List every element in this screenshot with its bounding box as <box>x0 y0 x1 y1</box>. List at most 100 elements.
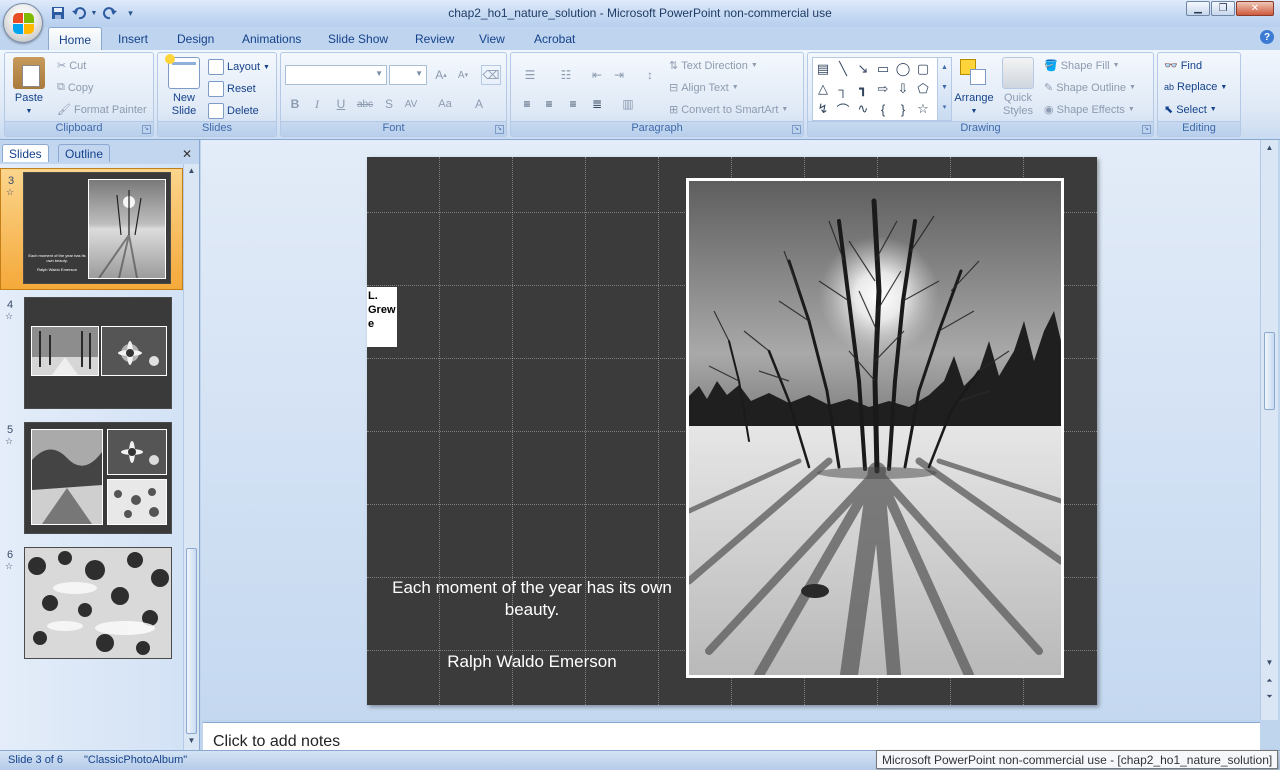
previous-slide-icon[interactable]: ⏶ <box>1264 676 1275 687</box>
align-center-icon[interactable]: ≡ <box>539 94 559 114</box>
editor-scroll-thumb[interactable] <box>1264 332 1275 410</box>
layout-button[interactable]: Layout ▼ <box>208 59 270 75</box>
clear-formatting-icon[interactable]: ⌫ <box>481 65 501 85</box>
align-text-button[interactable]: ⊟ Align Text ▼ <box>669 81 739 95</box>
close-icon[interactable]: ✕ <box>182 147 192 161</box>
find-button[interactable]: 👓 Find <box>1164 59 1202 73</box>
align-right-icon[interactable]: ≡ <box>563 94 583 114</box>
close-icon[interactable]: ✕ <box>1236 1 1274 16</box>
scroll-down-icon[interactable]: ▼ <box>1264 658 1275 669</box>
tab-home[interactable]: Home <box>48 27 103 50</box>
notes-pane[interactable]: Click to add notes <box>203 722 1260 750</box>
font-color-icon[interactable]: A <box>469 94 489 114</box>
rectangle-icon[interactable]: ▭ <box>874 60 892 78</box>
star-icon[interactable]: ☆ <box>914 100 932 118</box>
format-painter-button[interactable]: 🖌 Format Painter <box>57 103 147 117</box>
line-icon[interactable]: ╲ <box>834 60 852 78</box>
scroll-up-icon[interactable]: ▲ <box>186 166 197 177</box>
editor-scrollbar[interactable]: ▲ ▼ ⏶ ⏷ <box>1260 140 1278 720</box>
text-box-icon[interactable]: ▤ <box>814 60 832 78</box>
tab-slides[interactable]: Slides <box>2 144 49 162</box>
tab-outline[interactable]: Outline <box>58 144 111 162</box>
select-button[interactable]: ⬉ Select ▼ <box>1164 103 1217 117</box>
slide-thumbnail-5[interactable]: 5 ☆ <box>0 418 183 540</box>
slide-thumbnail-3[interactable]: 3 ☆ Each moment of the year has its own … <box>0 168 183 290</box>
new-slide-button[interactable]: New Slide <box>162 54 206 118</box>
restore-icon[interactable]: ❐ <box>1211 1 1235 16</box>
minimize-icon[interactable]: ▁ <box>1186 1 1210 16</box>
reset-button[interactable]: Reset <box>208 81 256 97</box>
slide-thumbnail-6[interactable]: 6 ☆ <box>0 543 183 665</box>
elbow-arrow-icon[interactable]: ┓ <box>854 80 872 98</box>
convert-smartart-button[interactable]: ⊞ Convert to SmartArt ▼ <box>669 103 788 117</box>
tab-animations[interactable]: Animations <box>232 27 311 50</box>
shrink-font-icon[interactable]: A ▾ <box>453 65 473 85</box>
scroll-up-icon[interactable]: ▲ <box>1264 143 1275 154</box>
shape-effects-button[interactable]: ◉ Shape Effects ▼ <box>1044 103 1135 117</box>
rounded-rectangle-icon[interactable]: ▢ <box>914 60 932 78</box>
paste-button[interactable]: Paste ▼ <box>11 57 47 118</box>
shapes-gallery[interactable]: ▤ ╲ ↘ ▭ ◯ ▢ △ ┐ ┓ ⇨ ⇩ ⬠ ↯ ⌒ ∿ { } ☆ ▲ ▼ ▾ <box>812 57 952 121</box>
gallery-scroll[interactable]: ▲ ▼ ▾ <box>937 58 951 120</box>
slide-thumbnail-4[interactable]: 4 ☆ <box>0 293 183 415</box>
next-slide-icon[interactable]: ⏷ <box>1264 692 1275 703</box>
triangle-icon[interactable]: △ <box>814 80 832 98</box>
tab-view[interactable]: View <box>469 27 515 50</box>
tab-slide-show[interactable]: Slide Show <box>318 27 398 50</box>
font-launcher-icon[interactable]: ↘ <box>495 125 504 134</box>
bold-icon[interactable]: B <box>285 94 305 114</box>
quote-author-text[interactable]: Ralph Waldo Emerson <box>387 652 677 672</box>
curved-arrow-icon[interactable]: ↯ <box>814 100 832 118</box>
strikethrough-icon[interactable]: abc <box>355 94 375 114</box>
quote-text[interactable]: Each moment of the year has its own beau… <box>387 577 677 621</box>
notes-placeholder[interactable]: Click to add notes <box>213 733 340 751</box>
current-slide[interactable]: L. Grewe Each moment of the year has its… <box>367 157 1097 705</box>
underline-icon[interactable]: U <box>331 94 351 114</box>
copy-button[interactable]: ⧉ Copy <box>57 81 94 94</box>
decrease-indent-icon[interactable]: ⇤ <box>587 65 607 85</box>
italic-icon[interactable]: I <box>307 94 327 114</box>
arrange-button[interactable]: Arrange ▼ <box>954 57 994 118</box>
shape-outline-button[interactable]: ✎ Shape Outline ▼ <box>1044 81 1136 95</box>
line-spacing-icon[interactable]: ↕ <box>637 65 663 85</box>
grow-font-icon[interactable]: A ▴ <box>431 65 451 85</box>
quick-styles-button[interactable]: Quick Styles <box>996 57 1040 118</box>
font-size-combo[interactable]: ▼ <box>389 65 427 85</box>
justify-icon[interactable]: ≣ <box>587 94 607 114</box>
arc-icon[interactable]: ⌒ <box>834 100 852 118</box>
increase-indent-icon[interactable]: ⇥ <box>609 65 629 85</box>
left-brace-icon[interactable]: { <box>874 100 892 118</box>
right-brace-icon[interactable]: } <box>894 100 912 118</box>
freeform-icon[interactable]: ⬠ <box>914 80 932 98</box>
change-case-icon[interactable]: Aa <box>435 94 455 114</box>
delete-button[interactable]: Delete <box>208 103 259 119</box>
replace-button[interactable]: ab Replace ▼ <box>1164 81 1227 93</box>
tab-design[interactable]: Design <box>167 27 224 50</box>
character-spacing-icon[interactable]: AV <box>401 94 421 114</box>
tab-insert[interactable]: Insert <box>108 27 158 50</box>
tab-acrobat[interactable]: Acrobat <box>524 27 585 50</box>
panel-scrollbar[interactable]: ▲ ▼ <box>183 164 199 750</box>
scroll-down-icon[interactable]: ▼ <box>186 736 197 747</box>
clipboard-launcher-icon[interactable]: ↘ <box>142 125 151 134</box>
tree-photo-frame[interactable] <box>686 178 1064 678</box>
paragraph-launcher-icon[interactable]: ↘ <box>792 125 801 134</box>
text-shadow-icon[interactable]: S <box>379 94 399 114</box>
right-arrow-icon[interactable]: ⇨ <box>874 80 892 98</box>
numbering-icon[interactable]: ☷ <box>551 65 581 85</box>
drawing-launcher-icon[interactable]: ↘ <box>1142 125 1151 134</box>
office-button[interactable] <box>3 3 43 43</box>
cut-button[interactable]: ✂ Cut <box>57 59 86 73</box>
wave-icon[interactable]: ∿ <box>854 100 872 118</box>
author-text-box[interactable]: L. Grewe <box>367 287 397 347</box>
font-name-combo[interactable]: ▼ <box>285 65 387 85</box>
bullets-icon[interactable]: ☰ <box>515 65 545 85</box>
down-arrow-icon[interactable]: ⇩ <box>894 80 912 98</box>
align-left-icon[interactable]: ≡ <box>517 94 537 114</box>
shape-fill-button[interactable]: 🪣 Shape Fill ▼ <box>1044 59 1120 73</box>
panel-scroll-thumb[interactable] <box>186 548 197 734</box>
arrow-line-icon[interactable]: ↘ <box>854 60 872 78</box>
text-direction-button[interactable]: ⇅ Text Direction ▼ <box>669 59 758 73</box>
tab-review[interactable]: Review <box>405 27 464 50</box>
elbow-connector-icon[interactable]: ┐ <box>834 80 852 98</box>
